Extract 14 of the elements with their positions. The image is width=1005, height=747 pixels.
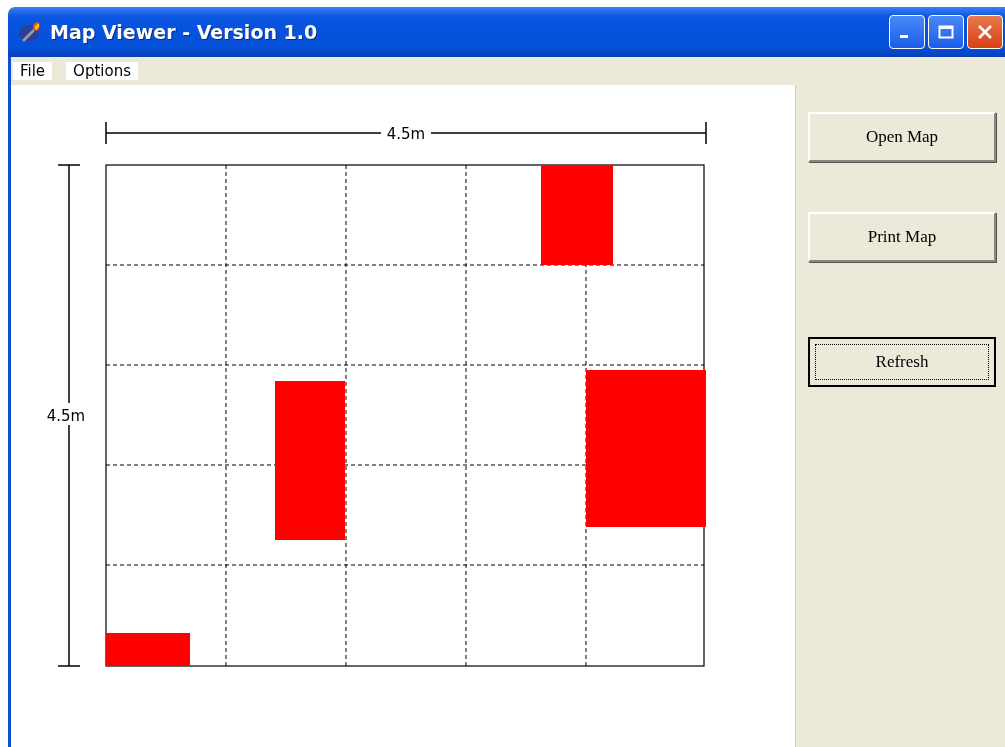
close-icon xyxy=(977,24,993,40)
panel-button[interactable]: Print Map xyxy=(808,212,996,262)
window-title: Map Viewer - Version 1.0 xyxy=(50,21,319,43)
maximize-button[interactable] xyxy=(928,15,964,49)
menu-item[interactable]: Options xyxy=(66,62,138,80)
height-label: 4.5m xyxy=(46,407,86,425)
close-button[interactable] xyxy=(967,15,1003,49)
maximize-icon xyxy=(938,25,954,39)
panel-button[interactable]: Open Map xyxy=(808,112,996,162)
minimize-button[interactable] xyxy=(889,15,925,49)
width-label: 4.5m xyxy=(386,125,426,143)
minimize-icon xyxy=(900,35,908,38)
menu-item[interactable]: File xyxy=(13,62,53,80)
panel-button[interactable]: Refresh xyxy=(808,337,996,387)
